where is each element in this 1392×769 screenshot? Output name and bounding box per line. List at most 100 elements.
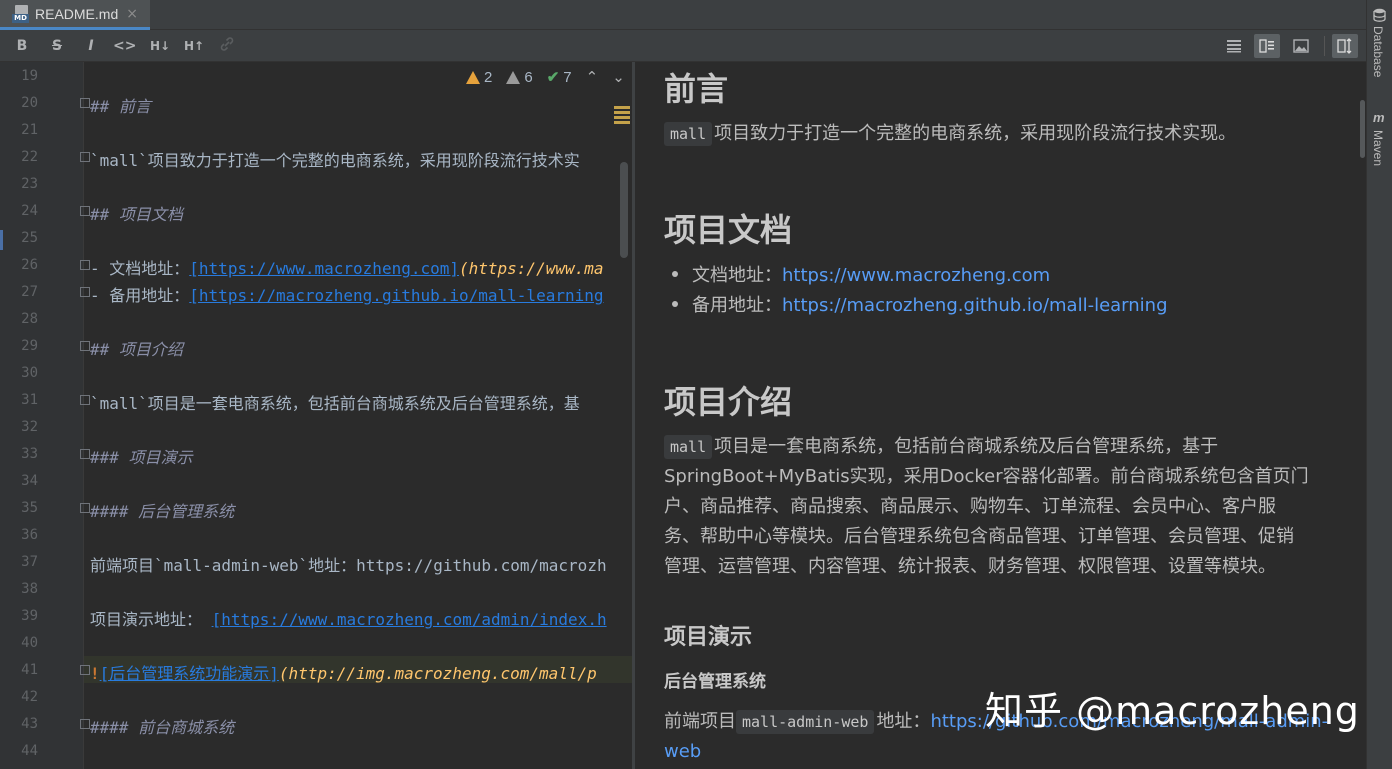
header-increase-button[interactable]: H↑ — [181, 36, 207, 56]
image-link[interactable]: [后台管理系统功能演示] — [100, 664, 279, 683]
line-number: 34 — [21, 473, 38, 489]
line-number: 32 — [21, 419, 38, 435]
backup-link[interactable]: [https://macrozheng.github.io/mall-learn… — [189, 286, 603, 305]
markdown-editor[interactable]: 19 20 21 22 23 24 25 26 27 28 29 30 31 32 33 34 35 36 37 38… — [0, 62, 632, 769]
line-number: 27 — [21, 284, 38, 300]
line-number: 37 — [21, 554, 38, 570]
line-number: 41 — [21, 662, 38, 678]
fold-marker[interactable] — [80, 287, 90, 297]
split-view-button[interactable] — [1254, 34, 1280, 58]
line-number: 30 — [21, 365, 38, 381]
bold-button[interactable]: B — [11, 36, 33, 56]
line-number: 29 — [21, 338, 38, 354]
warning-icon — [506, 70, 521, 84]
line-number: 33 — [21, 446, 38, 462]
preview-backup-item: 备用地址：https://macrozheng.github.io/mall-l… — [656, 291, 1168, 321]
fold-marker[interactable] — [80, 98, 90, 108]
line-number: 36 — [21, 527, 38, 543]
line-number: 38 — [21, 581, 38, 597]
preview-heading-docs: 项目文档 — [664, 211, 793, 249]
fold-marker[interactable] — [80, 719, 90, 729]
inspection-widget[interactable]: 2 6 ✔ 7 ⌃ ⌄ — [466, 68, 625, 86]
line-number: 19 — [21, 68, 38, 84]
image-preview-icon — [1293, 39, 1309, 53]
line-number: 39 — [21, 608, 38, 624]
markdown-preview: 前言 mall 项目致力于打造一个完整的电商系统，采用现阶段流行技术实现。 项目文… — [635, 62, 1366, 769]
typo-check-icon: ✔ — [546, 69, 560, 86]
markdown-toolbar: B S I <> H↓ H↑ — [0, 30, 1366, 62]
sync-scroll-icon — [1337, 38, 1352, 54]
code-line-22: `mall`项目致力于打造一个完整的电商系统，采用现阶段流行技术实 — [90, 151, 580, 170]
database-icon[interactable] — [1373, 8, 1386, 22]
preview-frontend-link-cont: web — [664, 741, 702, 762]
code-line-33: ### 项目演示 — [90, 448, 193, 467]
tab-close-icon[interactable]: × — [126, 6, 138, 22]
error-warning-icon — [466, 70, 480, 84]
italic-button[interactable]: I — [80, 36, 102, 56]
line-number: 23 — [21, 176, 38, 192]
warning-count: 6 — [524, 68, 533, 86]
fold-marker[interactable] — [80, 503, 90, 513]
preview-doc-item: 文档地址：https://www.macrozheng.com — [656, 261, 1050, 291]
link-icon[interactable] — [216, 36, 238, 56]
split-view-icon — [1259, 39, 1274, 53]
error-stripe-marker[interactable] — [614, 106, 630, 126]
preview-doc-link[interactable]: https://www.macrozheng.com — [782, 265, 1050, 286]
strikethrough-button[interactable]: S — [46, 36, 68, 56]
line-number: 35 — [21, 500, 38, 516]
editor-tab-bar: MD README.md × — [0, 0, 1366, 30]
code-line-31: `mall`项目是一套电商系统，包括前台商城系统及后台管理系统，基 — [90, 394, 580, 413]
toolbar-separator — [1324, 36, 1325, 56]
code-line-29: ## 项目介绍 — [90, 340, 183, 359]
line-number: 42 — [21, 689, 38, 705]
maven-icon[interactable]: m — [1373, 110, 1387, 125]
maven-tool-label[interactable]: Maven — [1371, 130, 1385, 166]
preview-scrollbar[interactable] — [1360, 100, 1365, 158]
typo-count: 7 — [563, 68, 572, 86]
fold-marker[interactable] — [80, 449, 90, 459]
preview-foreword-paragraph: mall 项目致力于打造一个完整的电商系统，采用现阶段流行技术实现。 — [664, 119, 1236, 149]
line-number: 43 — [21, 716, 38, 732]
code-line-43: #### 前台商城系统 — [90, 718, 235, 737]
header-decrease-button[interactable]: H↓ — [147, 36, 173, 56]
preview-only-button[interactable] — [1288, 34, 1314, 58]
preview-backup-link[interactable]: https://macrozheng.github.io/mall-learni… — [782, 295, 1168, 316]
line-number: 25 — [21, 230, 38, 246]
code-line-41: ![后台管理系统功能演示](http://img.macrozheng.com/… — [90, 664, 597, 683]
fold-marker[interactable] — [80, 341, 90, 351]
sync-scroll-button[interactable] — [1332, 34, 1358, 58]
line-number: 24 — [21, 203, 38, 219]
demo-link[interactable]: [https://www.macrozheng.com/admin/index.… — [212, 610, 607, 629]
doc-link[interactable]: [https://www.macrozheng.com] — [189, 259, 459, 278]
code-line-24: ## 项目文档 — [90, 205, 183, 224]
code-line-26: - 文档地址：[https://www.macrozheng.com](http… — [90, 259, 604, 278]
code-button[interactable]: <> — [113, 36, 136, 56]
fold-marker[interactable] — [80, 152, 90, 162]
preview-heading-admin: 后台管理系统 — [664, 672, 766, 692]
preview-heading-intro: 项目介绍 — [664, 383, 793, 421]
code-line-27: - 备用地址：[https://macrozheng.github.io/mal… — [90, 286, 604, 305]
code-line-37: 前端项目`mall-admin-web`地址：https://github.co… — [90, 556, 607, 575]
code-line-20: ## 前言 — [90, 97, 151, 116]
tab-readme[interactable]: MD README.md × — [0, 0, 150, 30]
line-number: 40 — [21, 635, 38, 651]
preview-intro-line: 管理、运营管理、内容管理、统计报表、财务管理、权限管理、设置等模块。 — [664, 556, 1276, 577]
editor-only-button[interactable] — [1221, 34, 1247, 58]
previous-problem-icon[interactable]: ⌃ — [586, 68, 599, 86]
tab-label: README.md — [35, 5, 119, 22]
preview-intro-line: SpringBoot+MyBatis实现，采用Docker容器化部署。前台商城系… — [664, 466, 1309, 487]
watermark: 知乎 @macrozheng — [985, 689, 1360, 733]
next-problem-icon[interactable]: ⌄ — [612, 68, 625, 86]
preview-heading-demo: 项目演示 — [664, 625, 753, 650]
fold-marker[interactable] — [80, 665, 90, 675]
line-number: 21 — [21, 122, 38, 138]
fold-marker[interactable] — [80, 206, 90, 216]
database-tool-label[interactable]: Database — [1371, 26, 1385, 77]
line-number: 28 — [21, 311, 38, 327]
fold-marker[interactable] — [80, 260, 90, 270]
preview-intro-line: 务、帮助中心等模块。后台管理系统包含商品管理、订单管理、会员管理、促销 — [664, 526, 1294, 547]
editor-only-icon — [1227, 40, 1241, 53]
editor-scrollbar[interactable] — [620, 162, 628, 258]
fold-marker[interactable] — [80, 395, 90, 405]
preview-intro-line: mall 项目是一套电商系统，包括前台商城系统及后台管理系统，基于 — [664, 432, 1218, 462]
